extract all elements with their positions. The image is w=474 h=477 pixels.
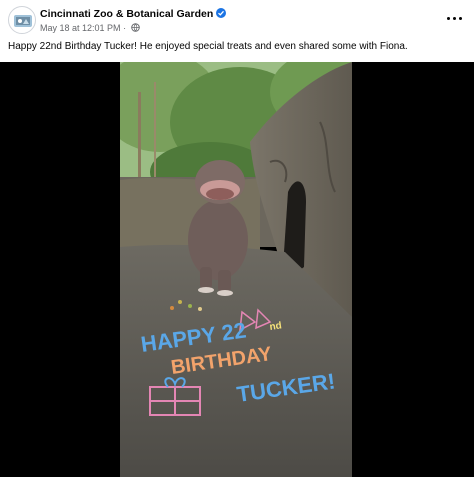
globe-icon[interactable] [130,23,140,34]
post-caption: Happy 22nd Birthday Tucker! He enjoyed s… [8,41,408,52]
verified-badge-icon [216,8,227,18]
page-name-text[interactable]: Cincinnati Zoo & Botanical Garden [40,8,213,20]
meta-separator: · [123,23,127,33]
chalk-superscript: nd [269,320,283,333]
post-header: Cincinnati Zoo & Botanical Garden May 18… [0,0,474,40]
post-date[interactable]: May 18 at 12:01 PM [40,23,121,33]
page-name[interactable]: Cincinnati Zoo & Botanical Garden [40,8,227,20]
zoo-logo-icon [14,15,32,27]
page-avatar[interactable] [8,6,36,34]
more-options-icon[interactable] [444,10,466,26]
video-player[interactable]: HAPPY 22 nd BIRTHDAY TUCKER! [0,62,474,477]
video-frame-image: HAPPY 22 nd BIRTHDAY TUCKER! [120,62,352,477]
post-meta: May 18 at 12:01 PM · [40,23,140,34]
